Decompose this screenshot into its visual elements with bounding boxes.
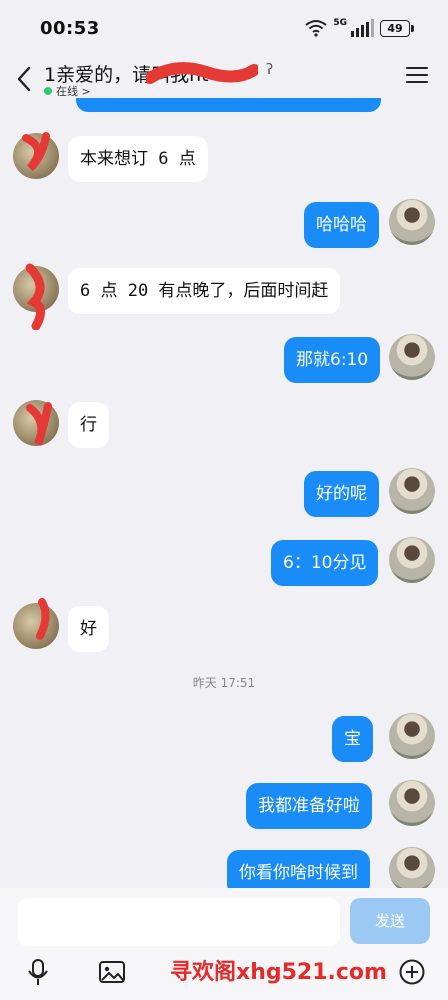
- redaction-scribble: [26, 402, 52, 446]
- message-bubble[interactable]: 好的呢: [304, 471, 379, 517]
- redaction-scribble: [22, 132, 50, 172]
- signal-icon: [351, 19, 374, 37]
- user-avatar[interactable]: [389, 537, 435, 583]
- status-time: 00:53: [40, 18, 100, 39]
- online-label: 在线 >: [56, 85, 91, 98]
- user-avatar[interactable]: [389, 847, 435, 893]
- message-bubble[interactable]: 那就6:10: [284, 337, 381, 383]
- status-icons: 5G 49: [305, 18, 414, 38]
- partial-message-bubble: [76, 98, 381, 112]
- back-arrow-icon[interactable]: [12, 64, 36, 94]
- redaction-scribble: [25, 263, 45, 330]
- message-bubble[interactable]: 6：10分见: [271, 540, 379, 586]
- redaction-scribble: [36, 598, 50, 640]
- message-bubble[interactable]: 我都准备好啦: [246, 783, 372, 829]
- user-avatar[interactable]: [389, 713, 435, 759]
- mic-icon[interactable]: [24, 958, 52, 986]
- user-avatar[interactable]: [389, 468, 435, 514]
- send-button[interactable]: 发送: [350, 898, 430, 944]
- online-dot-icon: [44, 87, 52, 95]
- user-avatar[interactable]: [389, 199, 435, 245]
- battery-indicator: 49: [380, 19, 414, 37]
- status-bar: 00:53 5G 49: [0, 0, 448, 56]
- user-avatar[interactable]: [389, 334, 435, 380]
- message-bubble[interactable]: 哈哈哈: [304, 202, 379, 248]
- message-bubble[interactable]: 行: [68, 402, 109, 448]
- message-bubble[interactable]: 好: [68, 606, 109, 652]
- watermark-text: 寻欢阁xhg521.com: [170, 960, 387, 985]
- message-bubble[interactable]: 6 点 20 有点晚了，后面时间赶: [68, 268, 341, 314]
- network-type: 5G: [333, 18, 347, 28]
- online-status[interactable]: 在线 >: [44, 83, 91, 99]
- redaction-scribble: [146, 62, 258, 84]
- message-bubble[interactable]: 本来想订 6 点: [68, 136, 208, 182]
- user-avatar[interactable]: [389, 780, 435, 826]
- image-icon[interactable]: [98, 958, 126, 986]
- message-input[interactable]: [18, 898, 340, 946]
- plus-icon[interactable]: [398, 958, 426, 986]
- ear-icon[interactable]: ʔ: [266, 62, 273, 78]
- chat-timestamp: 昨天 17:51: [192, 676, 256, 690]
- menu-icon[interactable]: [406, 67, 428, 85]
- message-bubble[interactable]: 宝: [332, 716, 373, 762]
- wifi-icon: [305, 20, 327, 37]
